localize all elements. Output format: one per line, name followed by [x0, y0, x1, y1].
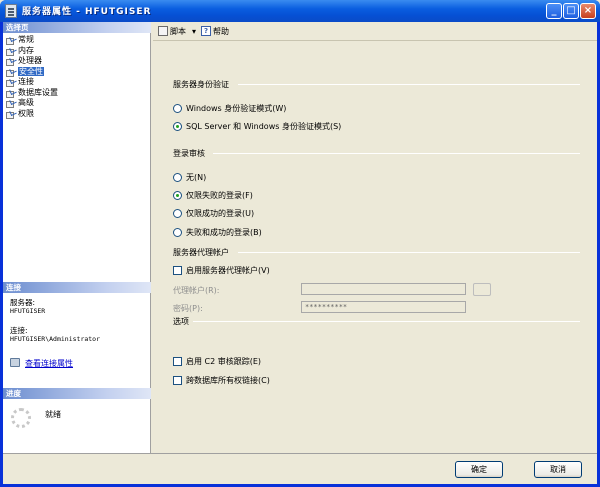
audit-failed-label: 仅限失败的登录(F): [186, 191, 253, 200]
server-label: 服务器:: [10, 298, 36, 307]
checkbox[interactable]: [173, 376, 182, 385]
nav-item-general[interactable]: 常规: [5, 35, 149, 46]
login-audit-group-title: 登录审核: [173, 149, 205, 158]
radio-button[interactable]: [173, 122, 182, 131]
group-divider: [238, 84, 580, 85]
group-divider: [193, 321, 580, 322]
help-icon: ?: [201, 26, 211, 36]
page-icon: [6, 47, 16, 56]
maximize-button[interactable]: □: [563, 3, 579, 19]
server-auth-group-title: 服务器身份验证: [173, 80, 229, 89]
script-icon: [158, 26, 168, 36]
window-title: 服务器属性 - HFUTGISER: [22, 7, 152, 17]
nav-item-security[interactable]: 安全性: [5, 66, 149, 78]
close-button[interactable]: ×: [580, 3, 596, 19]
script-button[interactable]: 脚本 ▾: [158, 26, 200, 38]
checkbox[interactable]: [173, 357, 182, 366]
connection-label: 连接:: [10, 326, 28, 335]
nav-item-label: 安全性: [18, 66, 44, 76]
page-icon: [6, 99, 16, 108]
chevron-down-icon[interactable]: ▾: [192, 26, 196, 38]
proxy-account-group-title: 服务器代理帐户: [173, 248, 229, 257]
connection-value: HFUTGISER\Administrator: [10, 335, 101, 343]
cancel-button[interactable]: 取消: [534, 461, 582, 478]
browse-proxy-account-button[interactable]: [473, 283, 491, 296]
left-pane: 选择页 常规 内存 处理器 安全性 连接 数据库设置 高级 权限 连接 服务器:…: [3, 22, 151, 453]
nav-item-permissions[interactable]: 权限: [5, 109, 149, 120]
progress-spinner-icon: [11, 408, 31, 428]
password-input[interactable]: **********: [301, 301, 466, 313]
radio-button[interactable]: [173, 104, 182, 113]
mixed-auth-label: SQL Server 和 Windows 身份验证模式(S): [186, 122, 342, 131]
progress-status: 就绪: [45, 410, 61, 419]
server-value: HFUTGISER: [10, 307, 46, 315]
nav-item-label: 数据库设置: [18, 87, 58, 97]
password-label: 密码(P):: [173, 304, 203, 313]
dialog-window: 服务器属性 - HFUTGISER _ □ × 选择页 常规 内存 处理器 安全…: [0, 0, 600, 487]
nav-item-label: 权限: [18, 108, 34, 118]
options-group-title: 选项: [173, 317, 189, 326]
progress-header: 进度: [3, 388, 151, 399]
dialog-client-area: 选择页 常规 内存 处理器 安全性 连接 数据库设置 高级 权限 连接 服务器:…: [3, 22, 597, 484]
nav-item-label: 连接: [18, 77, 34, 86]
server-properties-icon: [5, 4, 17, 18]
nav-item-database-settings[interactable]: 数据库设置: [5, 88, 149, 99]
group-divider: [238, 252, 580, 253]
nav-item-label: 高级: [18, 98, 34, 107]
c2-audit-label: 启用 C2 审核跟踪(E): [186, 357, 262, 366]
help-button[interactable]: ? 帮助: [201, 26, 241, 38]
windows-auth-label: Windows 身份验证模式(W): [186, 104, 287, 113]
audit-none-label: 无(N): [186, 173, 207, 182]
page-icon: [6, 89, 16, 98]
toolbar: 脚本 ▾ ? 帮助: [153, 22, 597, 41]
enable-proxy-label: 启用服务器代理帐户(V): [186, 266, 270, 275]
radio-button[interactable]: [173, 191, 182, 200]
proxy-account-label: 代理帐户(R):: [173, 286, 220, 295]
dialog-footer: 确定 取消: [3, 453, 597, 484]
page-icon: [6, 36, 16, 45]
cross-db-chaining-label: 跨数据库所有权链接(C): [186, 376, 270, 385]
radio-button[interactable]: [173, 228, 182, 237]
nav-item-label: 处理器: [18, 56, 42, 65]
help-label: 帮助: [213, 27, 229, 36]
connection-info: 服务器: HFUTGISER 连接: HFUTGISER\Administrat…: [10, 298, 100, 344]
nav-item-advanced[interactable]: 高级: [5, 98, 149, 109]
nav-item-connections[interactable]: 连接: [5, 77, 149, 88]
minimize-button[interactable]: _: [546, 3, 562, 19]
page-icon: [6, 78, 16, 87]
page-nav-list: 常规 内存 处理器 安全性 连接 数据库设置 高级 权限: [5, 35, 149, 119]
radio-button[interactable]: [173, 209, 182, 218]
checkbox[interactable]: [173, 266, 182, 275]
nav-item-memory[interactable]: 内存: [5, 46, 149, 57]
connection-header: 连接: [3, 282, 151, 293]
radio-button[interactable]: [173, 173, 182, 182]
nav-item-label: 内存: [18, 45, 34, 55]
audit-both-label: 失败和成功的登录(B): [186, 228, 262, 237]
connection-properties-icon: [10, 358, 20, 367]
nav-item-label: 常规: [18, 35, 34, 44]
nav-item-processors[interactable]: 处理器: [5, 56, 149, 67]
proxy-account-input[interactable]: [301, 283, 466, 295]
page-icon: [6, 110, 16, 119]
audit-successful-label: 仅限成功的登录(U): [186, 209, 255, 218]
script-label: 脚本: [170, 27, 186, 36]
select-page-header: 选择页: [3, 22, 151, 33]
page-icon: [6, 68, 16, 77]
security-page: 服务器身份验证 Windows 身份验证模式(W) SQL Server 和 W…: [153, 42, 597, 453]
view-connection-properties-link[interactable]: 查看连接属性: [25, 358, 73, 369]
page-icon: [6, 57, 16, 66]
title-bar[interactable]: 服务器属性 - HFUTGISER _ □ ×: [0, 0, 600, 22]
group-divider: [213, 153, 580, 154]
ok-button[interactable]: 确定: [455, 461, 503, 478]
